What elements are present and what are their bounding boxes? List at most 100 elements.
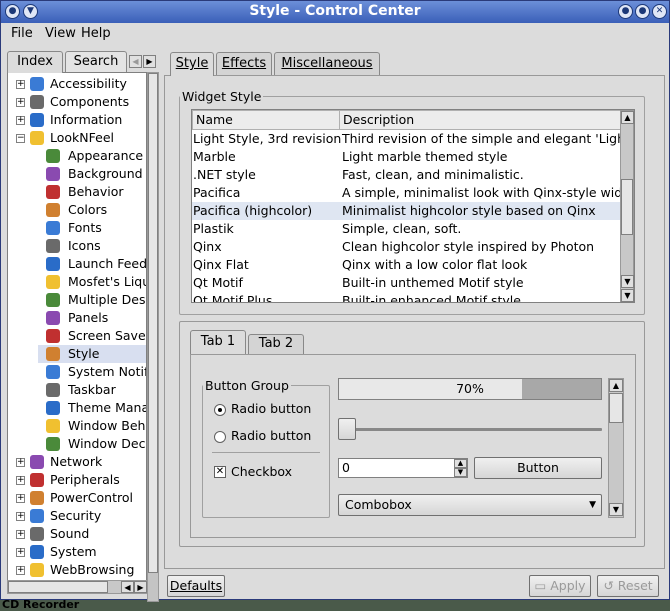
expand-icon[interactable]: +	[16, 458, 25, 467]
column-header-name[interactable]: Name	[192, 110, 340, 130]
checkbox[interactable]: ✕	[214, 466, 226, 478]
spin-up-icon[interactable]: ▲	[454, 459, 467, 468]
expand-icon[interactable]: +	[16, 476, 25, 485]
expand-icon[interactable]: +	[16, 80, 25, 89]
tree-item[interactable]: Theme Manager	[38, 399, 146, 417]
tab-1[interactable]: Tab 1	[190, 330, 246, 354]
list-item[interactable]: .NET style Fast, clean, and minimalistic.	[192, 166, 620, 184]
tab-2[interactable]: Tab 2	[248, 334, 304, 354]
push-button[interactable]: Button	[474, 457, 602, 479]
apply-button[interactable]: ▭ Apply	[529, 575, 591, 597]
list-item[interactable]: Plastik Simple, clean, soft.	[192, 220, 620, 238]
combobox[interactable]: Combobox ▼	[338, 494, 602, 516]
tab-index[interactable]: Index	[7, 51, 63, 73]
tree-item[interactable]: − LookNFeel	[16, 129, 114, 147]
tree-item[interactable]: Appearance	[38, 147, 143, 165]
list-item[interactable]: Pacifica A simple, minimalist look with Q…	[192, 184, 620, 202]
list-item[interactable]: Qinx Clean highcolor style inspired by Ph…	[192, 238, 620, 256]
tree-item[interactable]: Mosfet's Liquid	[38, 273, 146, 291]
hscroll-right-icon[interactable]: ▶	[134, 581, 147, 593]
list-scroll-thumb[interactable]	[621, 179, 633, 235]
minimize-button[interactable]: ●	[618, 4, 633, 19]
list-item[interactable]: Pacifica (highcolor) Minimalist highcolor…	[192, 202, 620, 220]
tree-vertical-scrollbar[interactable]	[147, 72, 159, 602]
hscroll-left-icon[interactable]: ◀	[121, 581, 134, 593]
reset-button[interactable]: ↺ Reset	[597, 575, 659, 597]
scrollbar-thumb[interactable]	[148, 73, 158, 573]
tree-item[interactable]: Style	[38, 345, 146, 363]
expand-icon[interactable]: +	[16, 530, 25, 539]
tree-item[interactable]: Colors	[38, 201, 107, 219]
tree-item[interactable]: Window Decorations	[38, 435, 146, 453]
tree-item[interactable]: + System	[16, 543, 97, 561]
slider-track[interactable]	[340, 428, 602, 431]
preview-scrollbar[interactable]: ▲ ▼	[608, 378, 624, 518]
tree-item[interactable]: + Security	[16, 507, 101, 525]
maximize-button[interactable]: ●	[635, 4, 650, 19]
tab-scroll-right-icon[interactable]: ▶	[143, 55, 156, 68]
tab-miscellaneous[interactable]: Miscellaneous	[274, 52, 380, 76]
expand-icon[interactable]: +	[16, 548, 25, 557]
tree-item[interactable]: + PowerControl	[16, 489, 133, 507]
tree-item[interactable]: + Information	[16, 111, 122, 129]
list-scroll-down-icon[interactable]: ▼	[621, 275, 634, 288]
list-scrollbar[interactable]: ▲ ▼ ▼	[620, 110, 634, 302]
tab-scroll-left-icon[interactable]: ◀	[129, 55, 142, 68]
taskbar-label[interactable]: CD Recorder	[2, 598, 79, 611]
menu-help[interactable]: Help	[81, 26, 111, 41]
preview-scroll-up-icon[interactable]: ▲	[609, 379, 623, 392]
tree-item[interactable]: + Sound	[16, 525, 89, 543]
collapse-icon[interactable]: −	[16, 134, 25, 143]
tree-item[interactable]: + WebBrowsing	[16, 561, 134, 579]
preview-scroll-down-icon[interactable]: ▼	[609, 503, 623, 516]
preview-scroll-thumb[interactable]	[609, 393, 623, 423]
radio-button-1[interactable]	[214, 404, 226, 416]
defaults-button[interactable]: Defaults	[167, 575, 225, 597]
tree-item[interactable]: Fonts	[38, 219, 102, 237]
tree-item[interactable]: Screen Saver	[38, 327, 146, 345]
expand-icon[interactable]: +	[16, 566, 25, 575]
module-tree[interactable]: + Accessibility + Components + Information − Lo…	[7, 72, 147, 582]
tree-item[interactable]: Taskbar	[38, 381, 116, 399]
list-item[interactable]: Light Style, 3rd revision Third revision …	[192, 130, 620, 148]
tree-item[interactable]: + Accessibility	[16, 75, 127, 93]
hscroll-thumb[interactable]	[8, 581, 108, 593]
spin-down-icon[interactable]: ▼	[454, 468, 467, 477]
list-scroll-down2-icon[interactable]: ▼	[621, 289, 634, 302]
column-header-description[interactable]: Description	[339, 110, 621, 130]
tree-item[interactable]: Window Behavior	[38, 417, 146, 435]
tree-item[interactable]: Panels	[38, 309, 108, 327]
tab-misc-label: Miscellaneous	[281, 56, 373, 71]
list-item[interactable]: Qt Motif Plus Built-in enhanced Motif sty…	[192, 292, 620, 302]
expand-icon[interactable]: +	[16, 98, 25, 107]
tree-item[interactable]: + Peripherals	[16, 471, 120, 489]
tree-item[interactable]: Behavior	[38, 183, 124, 201]
tree-item[interactable]: Launch Feedback	[38, 255, 146, 273]
tree-item[interactable]: Background	[38, 165, 143, 183]
tree-item[interactable]: + Network	[16, 453, 102, 471]
tree-item[interactable]: Multiple Desktops	[38, 291, 146, 309]
close-button[interactable]: ✕	[652, 4, 667, 19]
list-item[interactable]: Marble Light marble themed style	[192, 148, 620, 166]
menu-file[interactable]: File	[11, 26, 33, 41]
list-scroll-up-icon[interactable]: ▲	[621, 111, 634, 124]
tree-item[interactable]: + Components	[16, 93, 129, 111]
tree-item[interactable]: System Notifications	[38, 363, 146, 381]
tab-style[interactable]: Style	[170, 52, 214, 76]
menu-view[interactable]: View	[45, 26, 76, 41]
slider-handle[interactable]	[338, 418, 356, 440]
radio-button-2[interactable]	[214, 431, 226, 443]
tab-effects[interactable]: Effects	[216, 52, 272, 76]
module-icon	[30, 95, 44, 109]
widget-style-list[interactable]: Name Description Light Style, 3rd revisi…	[191, 109, 635, 303]
list-item[interactable]: Qinx Flat Qinx with a low color flat look	[192, 256, 620, 274]
tree-horizontal-scrollbar[interactable]: ◀ ▶	[7, 580, 147, 594]
expand-icon[interactable]: +	[16, 116, 25, 125]
tab-search[interactable]: Search	[65, 51, 127, 73]
spin-box[interactable]: 0	[338, 458, 468, 478]
tree-item[interactable]: Icons	[38, 237, 101, 255]
title-bar[interactable]: ● ▼ Style - Control Center ● ● ✕	[1, 1, 669, 23]
expand-icon[interactable]: +	[16, 512, 25, 521]
list-item[interactable]: Qt Motif Built-in unthemed Motif style	[192, 274, 620, 292]
expand-icon[interactable]: +	[16, 494, 25, 503]
